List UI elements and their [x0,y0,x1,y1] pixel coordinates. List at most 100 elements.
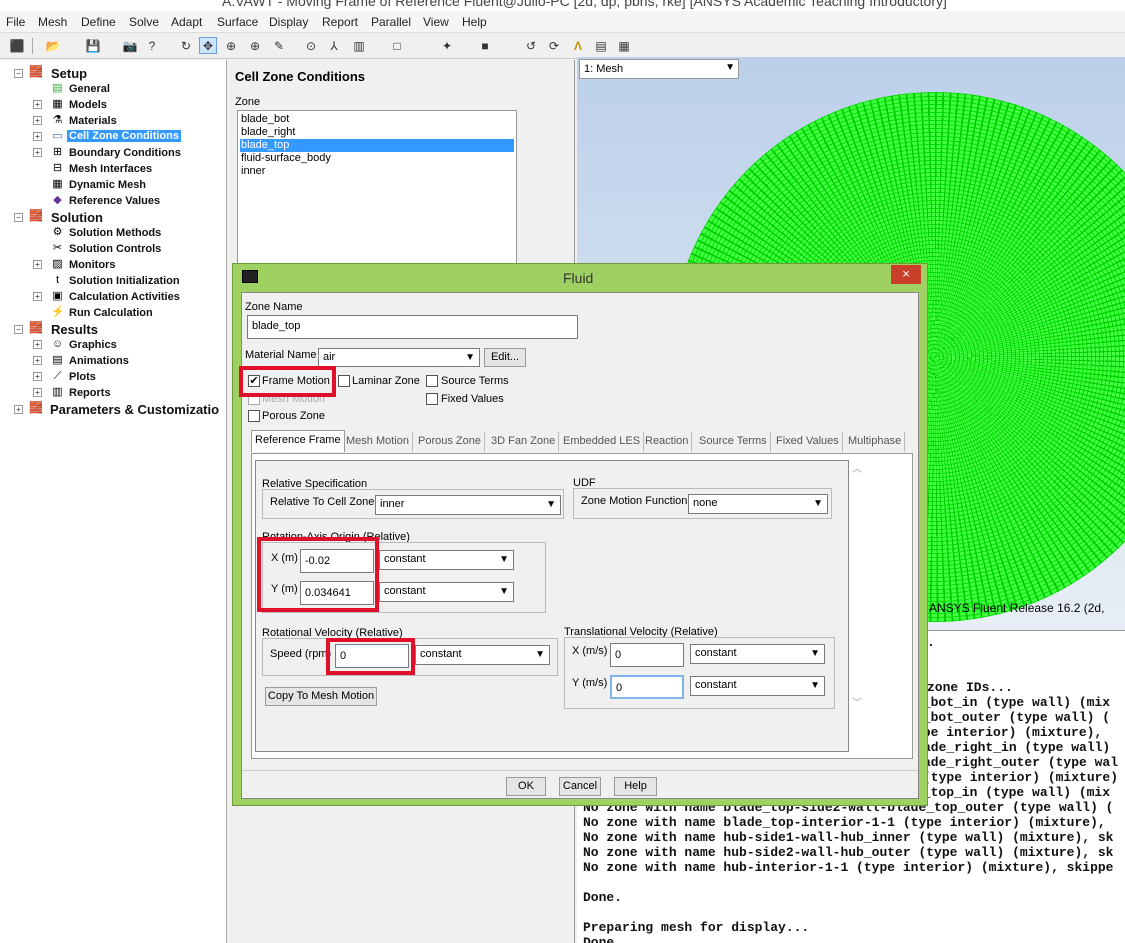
tab-porous-zone[interactable]: Porous Zone [415,432,485,452]
menu-file[interactable]: File [6,15,25,29]
tree-setup[interactable]: Setup [51,66,87,81]
tree-solution-controls[interactable]: Solution Controls [69,243,161,255]
collapse-icon[interactable]: − [14,325,23,334]
tree-general[interactable]: General [69,83,110,95]
zoom-box-icon[interactable]: ⊕ [246,37,264,54]
menu-help[interactable]: Help [462,15,487,29]
list-item[interactable]: blade_top [240,139,514,152]
ansys-icon[interactable]: Λ [569,37,587,54]
expand-icon[interactable]: + [33,340,42,349]
viewport-selector[interactable]: 1: Mesh ▼ [579,59,739,79]
tree-boundary-conditions[interactable]: Boundary Conditions [69,147,181,159]
views-icon[interactable]: ▥ [350,37,368,54]
moe-icon[interactable]: ▦ [615,37,633,54]
zone-list[interactable]: blade_bot blade_right blade_top fluid-su… [237,110,517,270]
speed-profile-select[interactable]: constant ▼ [415,645,550,665]
expand-icon[interactable]: + [33,260,42,269]
tab-fixed-values[interactable]: Fixed Values [773,432,843,452]
save-icon[interactable]: 💾 [84,37,102,54]
scroll-down-icon[interactable]: ﹀ [852,694,864,710]
trans-y-field[interactable]: 0 [610,675,684,699]
origin-x-profile-select[interactable]: constant ▼ [379,550,514,570]
zone-name-field[interactable]: blade_top [247,315,578,339]
tab-multiphase[interactable]: Multiphase [845,432,906,452]
laminar-zone-checkbox[interactable] [338,375,350,387]
expand-icon[interactable]: + [33,388,42,397]
expand-icon[interactable]: + [33,100,42,109]
porous-zone-checkbox[interactable] [248,410,260,422]
axes-icon[interactable]: ⅄ [325,37,343,54]
pan-icon[interactable]: ✥ [199,37,217,54]
expand-icon[interactable]: + [14,405,23,414]
tree-mesh-interfaces[interactable]: Mesh Interfaces [69,163,152,175]
menu-parallel[interactable]: Parallel [371,15,411,29]
tree-cell-zone-conditions[interactable]: Cell Zone Conditions [67,130,181,142]
tab-source-terms[interactable]: Source Terms [696,432,771,452]
menu-adapt[interactable]: Adapt [171,15,202,29]
tree-dynamic-mesh[interactable]: Dynamic Mesh [69,179,146,191]
colormap-icon[interactable]: ■ [476,37,494,54]
tree-reports[interactable]: Reports [69,387,111,399]
menu-report[interactable]: Report [322,15,358,29]
tree-models[interactable]: Models [69,99,107,111]
list-item[interactable]: inner [240,165,514,178]
origin-y-profile-select[interactable]: constant ▼ [379,582,514,602]
tab-reaction[interactable]: Reaction [642,432,693,452]
relative-to-select[interactable]: inner ▼ [375,495,561,515]
tab-reference-frame[interactable]: Reference Frame [251,430,345,452]
fit-icon[interactable]: ⊙ [302,37,320,54]
tree-materials[interactable]: Materials [69,115,117,127]
trans-y-profile-select[interactable]: constant ▼ [690,676,825,696]
tree-solution-initialization[interactable]: Solution Initialization [69,275,180,287]
menu-solve[interactable]: Solve [129,15,159,29]
source-terms-checkbox[interactable] [426,375,438,387]
collapse-icon[interactable]: − [14,213,23,222]
menu-mesh[interactable]: Mesh [38,15,67,29]
ok-button[interactable]: OK [506,777,546,796]
expand-icon[interactable]: + [33,372,42,381]
tree-plots[interactable]: Plots [69,371,96,383]
tree-graphics[interactable]: Graphics [69,339,117,351]
help-icon[interactable]: ? [143,37,161,54]
tab-embedded-les[interactable]: Embedded LES [560,432,645,452]
menu-view[interactable]: View [423,15,449,29]
list-item[interactable]: blade_bot [240,113,514,126]
collapse-icon[interactable]: − [14,69,23,78]
tree-monitors[interactable]: Monitors [69,259,115,271]
tree-parameters[interactable]: Parameters & Customizatio [50,402,219,417]
list-item[interactable]: blade_right [240,126,514,139]
tree-animations[interactable]: Animations [69,355,129,367]
scroll-up-icon[interactable]: ︿ [852,460,864,476]
sync-icon[interactable]: ⟳ [545,37,563,54]
fixed-values-checkbox[interactable] [426,393,438,405]
list-item[interactable]: fluid-surface_body [240,152,514,165]
open-folder-icon[interactable]: 📂 [44,37,62,54]
tree-calculation-activities[interactable]: Calculation Activities [69,291,180,303]
zone-motion-fn-select[interactable]: none ▼ [688,494,828,514]
menu-surface[interactable]: Surface [217,15,258,29]
material-select[interactable]: air ▼ [318,348,480,367]
edit-button[interactable]: Edit... [484,348,526,367]
cancel-button[interactable]: Cancel [559,777,601,796]
rotate-icon[interactable]: ↻ [177,37,195,54]
tree-results[interactable]: Results [51,322,98,337]
box-icon[interactable]: □ [388,37,406,54]
lights-icon[interactable]: ✦ [438,37,456,54]
stop-icon[interactable]: ⬛ [8,37,26,54]
expand-icon[interactable]: + [33,356,42,365]
ep-icon[interactable]: ▤ [592,37,610,54]
probe-icon[interactable]: ✎ [270,37,288,54]
tree-solution[interactable]: Solution [51,210,103,225]
tree-reference-values[interactable]: Reference Values [69,195,160,207]
copy-to-mesh-motion-button[interactable]: Copy To Mesh Motion [265,687,377,706]
help-button[interactable]: Help [614,777,657,796]
menu-define[interactable]: Define [81,15,116,29]
refresh-icon[interactable]: ↺ [522,37,540,54]
trans-x-field[interactable]: 0 [610,643,684,667]
expand-icon[interactable]: + [33,148,42,157]
camera-icon[interactable]: 📷 [121,37,139,54]
tab-mesh-motion[interactable]: Mesh Motion [343,432,413,452]
tree-run-calculation[interactable]: Run Calculation [69,307,153,319]
tab-3d-fan-zone[interactable]: 3D Fan Zone [488,432,560,452]
menu-display[interactable]: Display [269,15,308,29]
